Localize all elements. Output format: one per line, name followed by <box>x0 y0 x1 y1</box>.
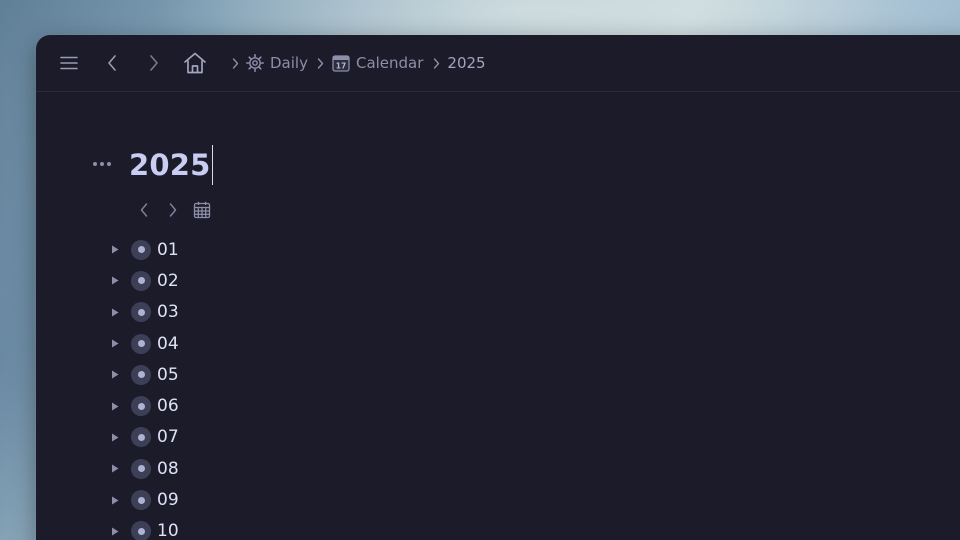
bullet-icon[interactable] <box>131 333 151 354</box>
back-button[interactable] <box>100 51 124 75</box>
bullet-icon[interactable] <box>131 239 151 260</box>
expand-triangle-icon[interactable] <box>108 368 122 382</box>
top-bar: Daily 17 Calendar 2025 <box>36 35 960 92</box>
outline-list: 01 02 03 04 05 06 07 08 09 10 <box>108 234 179 540</box>
open-calendar-button[interactable] <box>190 199 214 221</box>
list-item: 02 <box>108 265 179 296</box>
svg-text:17: 17 <box>336 62 346 71</box>
chevron-right-icon <box>150 55 158 71</box>
list-item: 06 <box>108 390 179 421</box>
breadcrumb-current[interactable]: 2025 <box>447 54 485 72</box>
list-item-label[interactable]: 10 <box>157 521 179 540</box>
bullet-icon[interactable] <box>131 521 151 540</box>
expand-triangle-icon[interactable] <box>108 462 122 476</box>
breadcrumb-daily[interactable]: Daily <box>246 54 308 72</box>
home-icon <box>184 52 206 74</box>
expand-triangle-icon[interactable] <box>108 274 122 288</box>
list-item: 07 <box>108 422 179 453</box>
expand-triangle-icon[interactable] <box>108 243 122 257</box>
list-item-label[interactable]: 04 <box>157 334 179 354</box>
list-item: 01 <box>108 234 179 265</box>
page-title-text: 2025 <box>129 148 211 182</box>
chevron-right-icon <box>429 57 443 69</box>
breadcrumb-label: 2025 <box>447 54 486 72</box>
bullet-icon[interactable] <box>131 364 151 385</box>
bullet-icon[interactable] <box>131 270 151 291</box>
list-item: 03 <box>108 297 179 328</box>
text-cursor <box>211 145 214 185</box>
expand-triangle-icon[interactable] <box>108 524 122 538</box>
expand-triangle-icon[interactable] <box>108 337 122 351</box>
breadcrumb-calendar[interactable]: 17 Calendar <box>332 54 423 72</box>
calendar-grid-icon <box>193 201 211 219</box>
list-item-label[interactable]: 07 <box>157 427 179 447</box>
list-item: 05 <box>108 359 179 390</box>
bullet-icon[interactable] <box>131 396 151 417</box>
bullet-icon[interactable] <box>131 490 151 511</box>
breadcrumb: Daily 17 Calendar 2025 <box>222 51 486 75</box>
chevron-left-icon <box>108 55 116 71</box>
list-item: 09 <box>108 484 179 515</box>
list-item-label[interactable]: 05 <box>157 365 179 385</box>
calendar-17-icon: 17 <box>332 54 350 72</box>
hamburger-icon[interactable] <box>57 51 81 75</box>
list-item: 04 <box>108 328 179 359</box>
bullet-icon[interactable] <box>131 427 151 448</box>
more-icon[interactable] <box>91 155 113 173</box>
list-item-label[interactable]: 09 <box>157 490 179 510</box>
breadcrumb-label: Daily <box>270 54 308 72</box>
list-item: 10 <box>108 516 179 540</box>
app-window: Daily 17 Calendar 2025 2025 01 02 03 04 … <box>36 35 960 540</box>
chevron-right-icon <box>169 203 177 217</box>
chevron-right-icon <box>228 57 242 69</box>
list-item: 08 <box>108 453 179 484</box>
chevron-left-icon <box>140 203 148 217</box>
previous-year-button[interactable] <box>132 199 156 221</box>
expand-triangle-icon[interactable] <box>108 430 122 444</box>
list-item-label[interactable]: 03 <box>157 302 179 322</box>
chevron-right-icon <box>314 57 328 69</box>
forward-button[interactable] <box>142 51 166 75</box>
expand-triangle-icon[interactable] <box>108 399 122 413</box>
bullet-icon[interactable] <box>131 458 151 479</box>
bullet-icon[interactable] <box>131 302 151 323</box>
list-item-label[interactable]: 01 <box>157 240 179 260</box>
next-year-button[interactable] <box>161 199 185 221</box>
list-item-label[interactable]: 02 <box>157 271 179 291</box>
expand-triangle-icon[interactable] <box>108 305 122 319</box>
home-button[interactable] <box>182 51 208 75</box>
breadcrumb-label: Calendar <box>355 54 424 72</box>
gear-icon <box>246 54 264 72</box>
expand-triangle-icon[interactable] <box>108 493 122 507</box>
list-item-label[interactable]: 06 <box>157 396 179 416</box>
date-navigation <box>132 199 219 221</box>
list-item-label[interactable]: 08 <box>157 459 179 479</box>
page-title[interactable]: 2025 <box>129 145 214 185</box>
